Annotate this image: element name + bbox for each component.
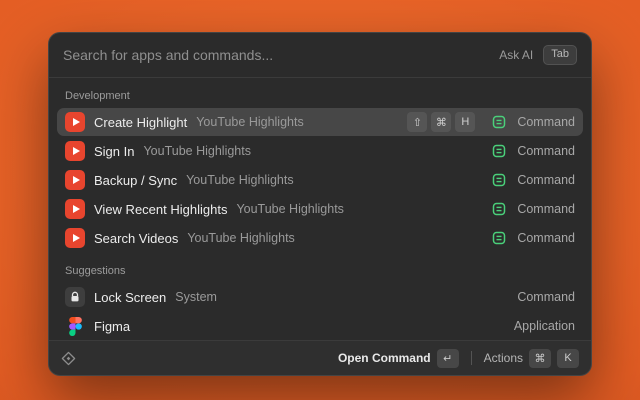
item-title: Sign In [94,144,134,159]
footer-bar: Open Command ↵ Actions ⌘ K [49,341,591,375]
command-key: ⌘ [431,112,451,132]
item-subtitle: YouTube Highlights [186,173,293,187]
search-bar: Ask AI Tab [49,33,591,77]
youtube-play-icon [65,112,85,132]
command-type-icon [492,115,506,129]
lock-icon [65,287,85,307]
h-key: H [455,112,475,132]
item-title: Search Videos [94,231,178,246]
list-item-sign-in[interactable]: Sign In YouTube Highlights Command [57,137,583,165]
item-subtitle: System [175,290,217,304]
item-subtitle: YouTube Highlights [196,115,303,129]
item-type: Command [517,202,575,216]
item-type: Application [514,319,575,333]
item-subtitle: YouTube Highlights [143,144,250,158]
youtube-play-icon [65,170,85,190]
raycast-logo-icon [61,351,76,366]
enter-key: ↵ [437,349,459,368]
item-type: Command [517,144,575,158]
command-key: ⌘ [529,349,551,368]
shortcut-badges: ⇧ ⌘ H [403,112,475,132]
list-item-backup-sync[interactable]: Backup / Sync YouTube Highlights Command [57,166,583,194]
search-input[interactable] [63,47,489,63]
section-title-development: Development [57,82,583,108]
section-title-suggestions: Suggestions [57,253,583,283]
item-type: Command [517,290,575,304]
launcher-window: Ask AI Tab Development Create Highlight … [48,32,592,376]
list-item-lock-screen[interactable]: Lock Screen System Command [57,283,583,311]
item-title: Backup / Sync [94,173,177,188]
shift-key: ⇧ [407,112,427,132]
list-item-figma[interactable]: Figma Application [57,312,583,340]
list-item-create-highlight[interactable]: Create Highlight YouTube Highlights ⇧ ⌘ … [57,108,583,136]
ask-ai-label[interactable]: Ask AI [499,48,533,62]
footer-divider [471,351,472,365]
item-subtitle: YouTube Highlights [187,231,294,245]
figma-icon [65,316,85,336]
open-command-label: Open Command [338,351,431,365]
k-key: K [557,349,579,368]
actions-label: Actions [484,351,523,365]
youtube-play-icon [65,228,85,248]
actions-button[interactable]: Actions ⌘ K [484,349,579,368]
tab-key: Tab [543,45,577,64]
youtube-play-icon [65,199,85,219]
list-item-search-videos[interactable]: Search Videos YouTube Highlights Command [57,224,583,252]
item-title: Lock Screen [94,290,166,305]
item-type: Command [517,115,575,129]
item-subtitle: YouTube Highlights [236,202,343,216]
list-item-view-recent-highlights[interactable]: View Recent Highlights YouTube Highlight… [57,195,583,223]
item-type: Command [517,231,575,245]
command-type-icon [492,173,506,187]
youtube-play-icon [65,141,85,161]
open-command-button[interactable]: Open Command ↵ [338,349,459,368]
results-list: Development Create Highlight YouTube Hig… [49,78,591,340]
command-type-icon [492,202,506,216]
item-title: Figma [94,319,130,334]
command-type-icon [492,144,506,158]
command-type-icon [492,231,506,245]
item-title: Create Highlight [94,115,187,130]
item-title: View Recent Highlights [94,202,227,217]
item-type: Command [517,173,575,187]
